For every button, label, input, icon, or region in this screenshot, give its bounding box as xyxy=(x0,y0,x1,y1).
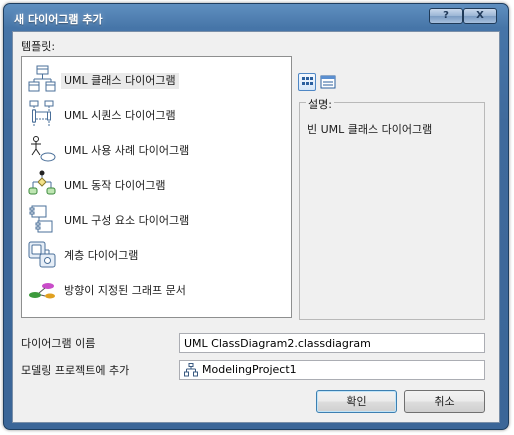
template-item-use-case-diagram[interactable]: UML 사용 사례 다이어그램 xyxy=(28,135,278,165)
template-item-label: UML 구성 요소 다이어그램 xyxy=(64,214,190,227)
modeling-project-icon xyxy=(184,363,198,377)
template-item-label: UML 시퀀스 다이어그램 xyxy=(64,109,176,122)
template-item-directed-graph[interactable]: 방향이 지정된 그래프 문서 xyxy=(28,275,278,305)
add-to-project-value: ModelingProject1 xyxy=(202,363,297,376)
template-item-layer-diagram[interactable]: 계층 다이어그램 xyxy=(28,240,278,270)
directed-graph-icon xyxy=(29,283,55,299)
description-group: 설명: 빈 UML 클래스 다이어그램 xyxy=(299,96,485,320)
component-diagram-icon xyxy=(29,205,53,233)
large-icons-view-button[interactable] xyxy=(298,73,316,91)
add-to-project-label: 모델링 프로젝트에 추가 xyxy=(21,364,130,377)
help-button[interactable]: ? xyxy=(429,8,463,24)
template-item-sequence-diagram[interactable]: UML 시퀀스 다이어그램 xyxy=(28,100,278,130)
layer-diagram-icon xyxy=(28,241,56,268)
class-diagram-icon xyxy=(28,65,56,92)
description-text: 빈 UML 클래스 다이어그램 xyxy=(307,123,433,136)
add-to-project-dropdown[interactable]: ModelingProject1 xyxy=(179,360,485,380)
dialog-body: 템플릿: UML 클래스 다이어그램 UML 시퀀스 다이어그램 UML 사용 … xyxy=(12,31,500,423)
cancel-button[interactable]: 취소 xyxy=(404,390,485,413)
template-item-label: UML 클래스 다이어그램 xyxy=(61,73,179,89)
template-item-label: 계층 다이어그램 xyxy=(64,249,139,262)
use-case-diagram-icon xyxy=(31,136,56,162)
title-bar[interactable]: 새 다이어그램 추가 ? X xyxy=(4,4,508,32)
description-legend: 설명: xyxy=(306,96,334,112)
diagram-name-label: 다이어그램 이름 xyxy=(21,337,96,350)
template-item-label: UML 동작 다이어그램 xyxy=(64,179,166,192)
list-view-icon xyxy=(320,75,336,89)
template-item-class-diagram[interactable]: UML 클래스 다이어그램 xyxy=(28,65,278,95)
template-list[interactable]: UML 클래스 다이어그램 UML 시퀀스 다이어그램 UML 사용 사례 다이… xyxy=(21,56,292,318)
list-view-button[interactable] xyxy=(319,73,337,91)
dialog-window: 새 다이어그램 추가 ? X 템플릿: UML 클래스 다이어그램 UML 시퀀… xyxy=(3,3,509,430)
ok-button[interactable]: 확인 xyxy=(316,390,397,413)
large-icons-view-icon xyxy=(302,77,313,85)
close-button[interactable]: X xyxy=(463,8,497,24)
template-item-label: UML 사용 사례 다이어그램 xyxy=(64,144,190,157)
template-item-component-diagram[interactable]: UML 구성 요소 다이어그램 xyxy=(28,205,278,235)
templates-label: 템플릿: xyxy=(21,40,56,53)
sequence-diagram-icon xyxy=(29,100,54,127)
template-item-activity-diagram[interactable]: UML 동작 다이어그램 xyxy=(28,170,278,200)
dialog-title: 새 다이어그램 추가 xyxy=(14,13,103,26)
template-item-label: 방향이 지정된 그래프 문서 xyxy=(64,284,186,297)
activity-diagram-icon xyxy=(28,170,56,195)
diagram-name-input[interactable] xyxy=(179,333,485,353)
